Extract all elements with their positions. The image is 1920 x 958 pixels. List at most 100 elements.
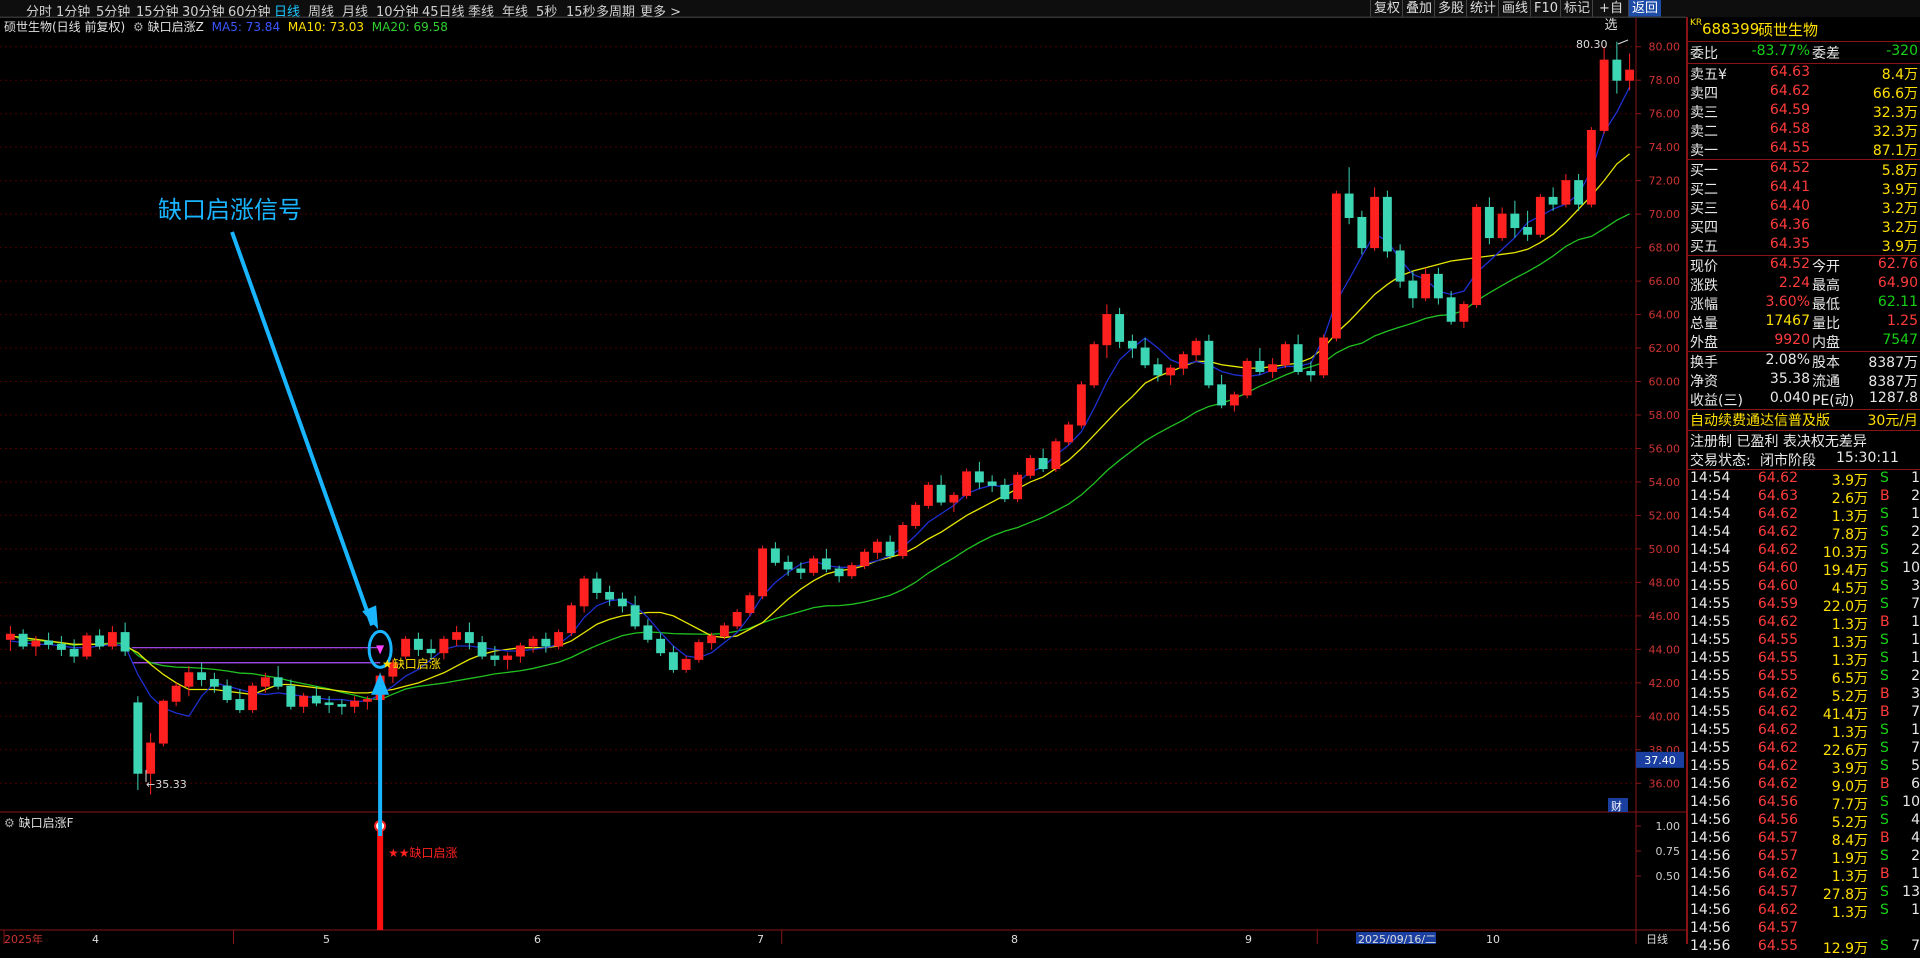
- candle-body-38: [490, 655, 500, 660]
- bid-price: 64.36: [1769, 217, 1810, 233]
- weibi-row: 委比 -83.77% 委差 -320: [1688, 43, 1920, 63]
- quote-value-b: 7547: [1882, 332, 1918, 348]
- tick-time: 14:56: [1690, 884, 1731, 900]
- tick-row-22: 14:56 64.62 1.3万 B 1: [1688, 866, 1920, 885]
- candle-97: [1242, 358, 1252, 399]
- price-tick-11: 58.00: [1649, 409, 1681, 422]
- quote-label-a: 现价: [1690, 259, 1718, 275]
- sub-gear-icon[interactable]: ⚙: [4, 816, 15, 830]
- fund-label-a: 净资: [1690, 374, 1718, 390]
- tick-time: 14:55: [1690, 686, 1731, 702]
- indicator-gear-icon[interactable]: ⚙: [133, 20, 144, 34]
- tick-row-0: 14:54 64.62 3.9万 S 1: [1688, 470, 1920, 489]
- candle-body-120: [1535, 196, 1545, 235]
- candle-body-75: [962, 471, 972, 496]
- tick-row-5: 14:55 64.60 19.4万 S 10: [1688, 560, 1920, 579]
- ask-price: 64.59: [1769, 102, 1810, 118]
- quote-value-b: 64.90: [1877, 275, 1918, 291]
- candle-78: [1000, 478, 1010, 503]
- tick-count: 1: [1911, 470, 1920, 486]
- tick-price: 64.57: [1757, 830, 1798, 846]
- candle-body-32: [413, 638, 423, 650]
- sub-tick-label-1: 0.75: [1656, 845, 1681, 858]
- candle-body-112: [1433, 273, 1443, 299]
- candle-61: [783, 555, 793, 576]
- status-label: 交易状态:: [1690, 453, 1751, 469]
- tick-volume: 6.5万: [1831, 671, 1868, 687]
- price-grid: [0, 16, 1686, 944]
- sub-panel-title[interactable]: 缺口启涨F: [19, 816, 74, 830]
- candle-body-88: [1127, 340, 1137, 349]
- tick-row-7: 14:55 64.59 22.0万 S 7: [1688, 596, 1920, 615]
- candle-body-21: [273, 677, 283, 687]
- candle-body-84: [1076, 384, 1086, 426]
- candle-126: [1612, 41, 1622, 94]
- tick-count: 1: [1911, 650, 1920, 666]
- candle-98: [1255, 348, 1265, 375]
- candle-9: [120, 622, 130, 657]
- candle-117: [1497, 207, 1507, 241]
- candle-body-31: [401, 638, 411, 657]
- candle-body-73: [936, 484, 946, 503]
- sub-signal-label: ★★缺口启涨: [388, 846, 458, 860]
- bid-row-0: 买一 64.52 5.8万: [1688, 160, 1920, 179]
- tick-volume: 1.3万: [1831, 617, 1868, 633]
- tick-time: 14:55: [1690, 614, 1731, 630]
- tick-count: 7: [1911, 938, 1920, 954]
- date-period-label: 日线: [1646, 932, 1668, 944]
- candle-0: [5, 625, 15, 652]
- tick-price: 64.62: [1757, 506, 1798, 522]
- tick-price: 64.55: [1757, 632, 1798, 648]
- candle-87: [1115, 307, 1125, 349]
- candle-body-56: [719, 625, 729, 637]
- tick-time: 14:55: [1690, 650, 1731, 666]
- date-label-5: 8: [1011, 933, 1018, 944]
- fund-label-b: 股本: [1812, 355, 1840, 371]
- tick-volume: 1.3万: [1831, 905, 1868, 921]
- candle-24: [311, 686, 321, 707]
- quote-label-a: 外盘: [1690, 335, 1718, 351]
- candle-body-8: [107, 632, 117, 647]
- price-tick-17: 46.00: [1649, 610, 1681, 623]
- tick-price: 64.62: [1757, 722, 1798, 738]
- candle-body-36: [464, 632, 474, 644]
- ask-label: 卖三: [1690, 105, 1718, 121]
- tick-time: 14:54: [1690, 542, 1731, 558]
- candle-100: [1280, 341, 1290, 369]
- fund-row-2: 收益(三) 0.040 PE(动) 1287.8: [1688, 390, 1920, 409]
- chart-info-bar: 硕世生物(日线 前复权) ⚙ 缺口启涨Z MA5: 73.84 MA10: 73…: [4, 18, 448, 34]
- candle-body-126: [1612, 59, 1622, 81]
- candle-91: [1166, 364, 1176, 385]
- candle-42: [541, 632, 551, 653]
- candle-body-58: [745, 595, 755, 614]
- kline-chart[interactable]: 80.00 78.00 76.00 74.00 72.00 70.00 68.00 66.00…: [0, 0, 1686, 944]
- tick-count: 2: [1911, 488, 1920, 504]
- quote-label-a: 涨跌: [1690, 278, 1718, 294]
- candle-body-121: [1548, 196, 1558, 205]
- candle-body-103: [1319, 337, 1329, 376]
- candle-body-19: [248, 685, 258, 711]
- fund-value-a: 0.040: [1769, 390, 1810, 406]
- ask-label: 卖四: [1690, 86, 1718, 102]
- candle-body-72: [923, 484, 933, 506]
- candle-15: [197, 662, 207, 687]
- tick-price: 64.57: [1757, 884, 1798, 900]
- candle-body-94: [1204, 340, 1214, 386]
- tick-row-23: 14:56 64.57 27.8万 S 13: [1688, 884, 1920, 903]
- candle-body-47: [605, 591, 615, 600]
- price-tick-10: 60.00: [1649, 376, 1681, 389]
- candle-4: [56, 635, 66, 657]
- candle-65: [834, 565, 844, 583]
- tick-time: 14:55: [1690, 758, 1731, 774]
- tick-price: 64.57: [1757, 920, 1798, 936]
- candle-118: [1510, 200, 1520, 238]
- candle-114: [1459, 301, 1469, 328]
- candle-53: [681, 656, 691, 673]
- candle-77: [987, 475, 997, 492]
- tick-price: 64.62: [1757, 614, 1798, 630]
- indicator-name[interactable]: 缺口启涨Z: [148, 20, 204, 34]
- ask-volume: 8.4万: [1881, 67, 1918, 83]
- candle-60: [770, 542, 780, 566]
- candle-body-118: [1510, 213, 1520, 229]
- candle-1: [18, 629, 28, 650]
